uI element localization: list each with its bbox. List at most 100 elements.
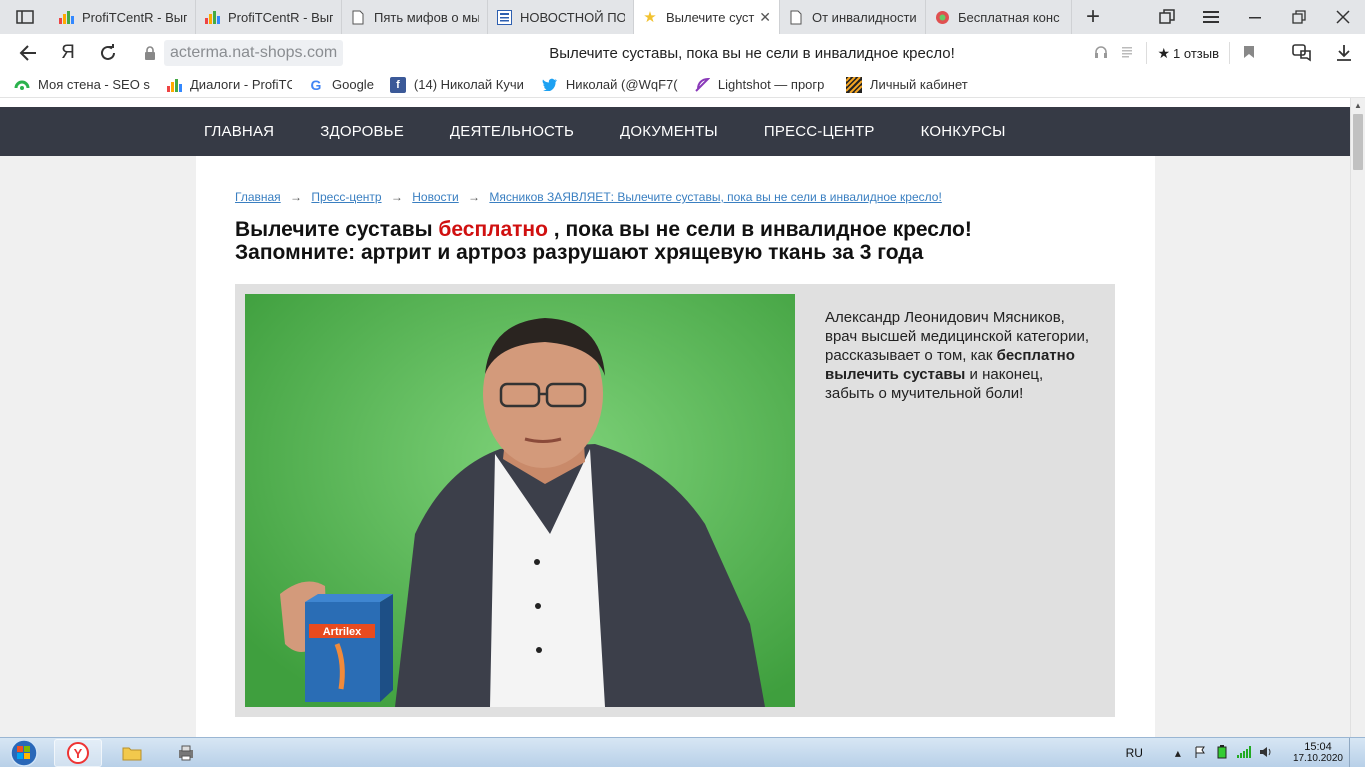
browser-tab[interactable]: ProfiTCentR - Вып	[50, 0, 196, 34]
omnibox-actions: ★ 1 отзыв	[1088, 38, 1262, 68]
arrow-left-icon	[19, 45, 36, 61]
tabs-icon	[1159, 9, 1175, 24]
flag-icon[interactable]	[1189, 746, 1211, 761]
start-button[interactable]	[0, 738, 48, 767]
folder-icon	[122, 747, 142, 760]
bookmarks-bar: Моя стена - SEO s Диалоги - ProfiTCe G G…	[0, 72, 1365, 98]
intro-lead: Александр Леонидович Мясников, врач высш…	[825, 308, 1090, 403]
page-scrollbar[interactable]: ▲	[1350, 98, 1365, 737]
close-icon	[1336, 10, 1350, 24]
browser-tab[interactable]: От инвалидности	[780, 0, 926, 34]
bar-chart-icon	[166, 77, 182, 93]
product-box: Artrilex	[305, 594, 393, 702]
language-indicator[interactable]: RU	[1126, 746, 1143, 760]
reviews-button[interactable]: ★ 1 отзыв	[1146, 42, 1230, 64]
minimize-button[interactable]	[1233, 0, 1277, 34]
extensions-button[interactable]	[1281, 34, 1323, 72]
omnibox[interactable]: acterma.nat-shops.com Вылечите суставы, …	[138, 38, 1262, 68]
clock[interactable]: 15:04 17.10.2020	[1292, 741, 1343, 765]
headphones-icon[interactable]	[1088, 45, 1114, 62]
url-domain[interactable]: acterma.nat-shops.com	[164, 40, 344, 66]
menu-button[interactable]	[1189, 0, 1233, 34]
bar-chart-icon	[204, 9, 220, 25]
site-main-nav: ГЛАВНАЯ ЗДОРОВЬЕ ДЕЯТЕЛЬНОСТЬ ДОКУМЕНТЫ …	[0, 107, 1350, 156]
breadcrumb-link-article[interactable]: Мясников ЗАЯВЛЯЕТ: Вылечите суставы, пок…	[489, 190, 941, 204]
nav-item-home[interactable]: ГЛАВНАЯ	[204, 123, 274, 140]
system-tray: RU ▴ 15:04 17.10.2020	[1126, 738, 1365, 767]
tab-title: ProfiTCentR - Вып	[82, 9, 187, 25]
tray-expand-icon[interactable]: ▴	[1167, 746, 1189, 760]
address-bar: Я acterma.nat-shops.com Вылечите суставы…	[0, 34, 1365, 72]
browser-tab[interactable]: Пять мифов о мы	[342, 0, 488, 34]
tab-title: Вылечите суст	[666, 9, 755, 25]
signal-icon[interactable]	[1233, 745, 1255, 761]
bookmark-item[interactable]: G Google	[308, 77, 374, 93]
taskbar-app[interactable]	[162, 739, 210, 767]
star-icon: ★	[1157, 44, 1171, 61]
web-page: ГЛАВНАЯ ЗДОРОВЬЕ ДЕЯТЕЛЬНОСТЬ ДОКУМЕНТЫ …	[0, 98, 1350, 737]
breadcrumb-link-news[interactable]: Новости	[412, 190, 458, 204]
yandex-button[interactable]: Я	[48, 34, 88, 72]
tabs-overview-button[interactable]	[1145, 0, 1189, 34]
scrollbar-thumb[interactable]	[1353, 114, 1363, 170]
tab-title: От инвалидности	[812, 9, 917, 25]
bookmark-item[interactable]: Lightshot — прогр	[694, 77, 830, 93]
sidebar-icon	[16, 10, 34, 24]
breadcrumb-link-press-center[interactable]: Пресс-центр	[311, 190, 381, 204]
star-icon: ★	[643, 9, 657, 26]
restore-button[interactable]	[1277, 0, 1321, 34]
sidebar-toggle-button[interactable]	[0, 0, 50, 34]
bookmark-icon[interactable]	[1236, 45, 1262, 62]
browser-tab[interactable]: НОВОСТНОЙ ПО	[488, 0, 634, 34]
bar-chart-icon	[58, 9, 74, 25]
show-desktop-button[interactable]	[1349, 738, 1359, 767]
lock-icon	[145, 46, 155, 60]
close-window-button[interactable]	[1321, 0, 1365, 34]
doctor-photo: Artrilex	[245, 294, 795, 707]
news-icon	[496, 9, 512, 25]
tab-title: Бесплатная конс	[958, 9, 1060, 25]
headline-part1: Вылечите суставы	[235, 218, 439, 241]
nav-item-health[interactable]: ЗДОРОВЬЕ	[320, 123, 404, 140]
reader-mode-icon[interactable]	[1114, 45, 1140, 62]
facebook-icon: f	[389, 76, 406, 93]
striped-icon	[845, 76, 862, 93]
battery-icon[interactable]	[1211, 744, 1233, 762]
browser-tab[interactable]: Бесплатная конс	[926, 0, 1072, 34]
clock-time: 15:04	[1304, 741, 1332, 753]
page-top-strip	[0, 98, 1350, 107]
clock-date: 17.10.2020	[1292, 753, 1343, 764]
bookmark-item[interactable]: Николай (@WqF7(	[542, 77, 678, 93]
bookmark-item[interactable]: Личный кабинет	[845, 76, 968, 93]
google-icon: G	[310, 76, 322, 93]
browser-tab-active[interactable]: ★ Вылечите суст ✕	[634, 0, 780, 34]
downloads-button[interactable]	[1323, 34, 1365, 72]
breadcrumb-link-home[interactable]: Главная	[235, 190, 281, 204]
reviews-label: 1 отзыв	[1173, 45, 1219, 61]
bookmark-item[interactable]: Диалоги - ProfiTCe	[166, 77, 292, 93]
nav-item-documents[interactable]: ДОКУМЕНТЫ	[620, 123, 718, 140]
product-label: Artrilex	[323, 626, 362, 638]
tab-title: НОВОСТНОЙ ПО	[520, 9, 625, 25]
nav-item-contests[interactable]: КОНКУРСЫ	[921, 123, 1006, 140]
back-button[interactable]	[8, 34, 48, 72]
scroll-up-icon[interactable]: ▲	[1351, 98, 1365, 113]
volume-icon[interactable]	[1255, 746, 1277, 761]
flower-icon	[934, 9, 950, 25]
close-tab-icon[interactable]: ✕	[759, 9, 771, 26]
headline-highlight: бесплатно	[438, 218, 548, 241]
twitter-icon	[542, 77, 558, 93]
article-container: Главная → Пресс-центр → Новости → Мясник…	[196, 156, 1155, 737]
bookmark-item[interactable]: f (14) Николай Кучи	[389, 76, 526, 93]
taskbar-yandex-browser[interactable]: Y	[54, 738, 102, 767]
reload-button[interactable]	[88, 34, 128, 72]
nav-item-activity[interactable]: ДЕЯТЕЛЬНОСТЬ	[450, 123, 574, 140]
browser-tab[interactable]: ProfiTCentR - Вып	[196, 0, 342, 34]
yandex-browser-icon: Y	[67, 741, 89, 764]
taskbar-explorer[interactable]	[108, 739, 156, 767]
breadcrumb-separator: →	[390, 190, 403, 204]
bookmark-item[interactable]: Моя стена - SEO s	[14, 77, 150, 93]
svg-text:Y: Y	[74, 746, 83, 761]
new-tab-button[interactable]: +	[1072, 0, 1114, 34]
nav-item-press-center[interactable]: ПРЕСС-ЦЕНТР	[764, 123, 875, 140]
